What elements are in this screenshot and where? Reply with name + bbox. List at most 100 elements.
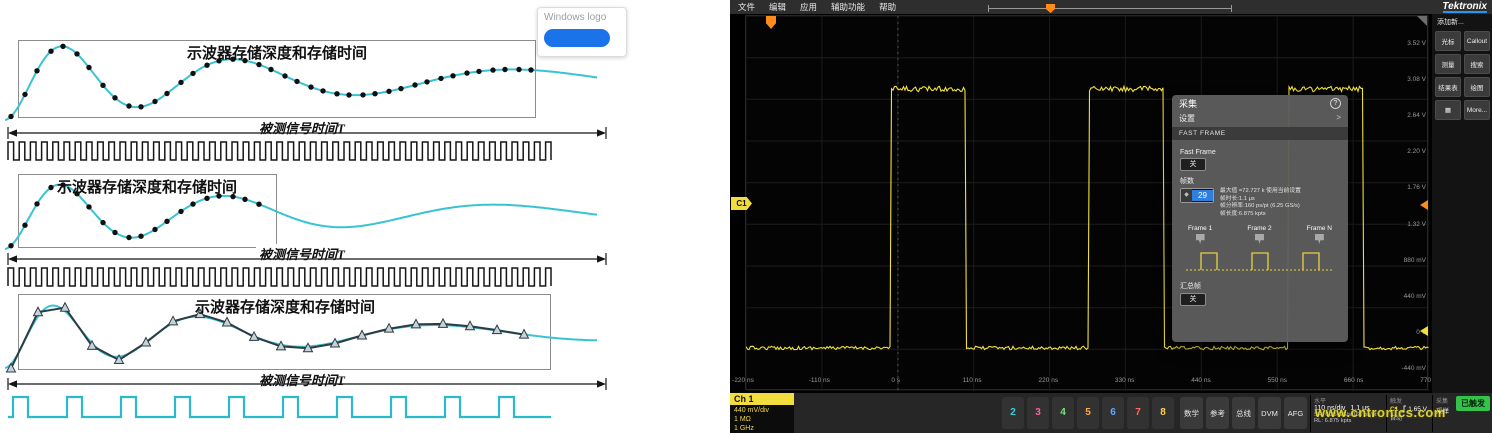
settings-label: 设置 <box>1179 113 1195 124</box>
function-button-1[interactable]: 数学 <box>1180 397 1203 429</box>
frame-count-value: 29 <box>1192 190 1213 201</box>
summary-frame-toggle[interactable]: 关 <box>1180 293 1206 306</box>
settings-row[interactable]: 设置 > <box>1179 113 1341 124</box>
sidebar-buttons: 光标Callout测量搜索结果表绘图▦More... <box>1435 31 1489 120</box>
overview-right-cap <box>1231 5 1232 12</box>
channel-5-button[interactable]: 5 <box>1077 397 1099 429</box>
more-button[interactable]: More... <box>1464 100 1490 120</box>
voltage-label: 2.64 V <box>1382 112 1426 119</box>
tektronix-logo-accent <box>1443 11 1487 13</box>
right-sidebar: 添加新... 光标Callout测量搜索结果表绘图▦More... <box>1432 14 1492 393</box>
voltage-label: 440 mV <box>1382 293 1426 300</box>
time-label: 110 ns <box>962 377 981 384</box>
sidebar-button-3[interactable]: 测量 <box>1435 54 1461 74</box>
acquisition-dialog: 采集 ? 设置 > FAST FRAME Fast Frame 关 帧数 ◆ 2… <box>1172 95 1348 342</box>
record-overview-bar[interactable] <box>988 3 1232 14</box>
time-label: 660 ns <box>1344 377 1364 384</box>
expansion-point-icon[interactable] <box>1046 4 1055 13</box>
channel-6-button[interactable]: 6 <box>1102 397 1124 429</box>
ime-tooltip: Windows logo <box>537 7 627 57</box>
time-label: 550 ns <box>1268 377 1288 384</box>
trigger-label: 触发 <box>1390 396 1427 405</box>
function-button-4[interactable]: DVM <box>1258 397 1281 429</box>
voltage-label: 1.32 V <box>1382 221 1426 228</box>
voltage-label: 3.52 V <box>1382 40 1426 47</box>
panel1-sample-clock <box>5 138 565 166</box>
time-label: -110 ns <box>809 377 830 384</box>
sidebar-button-6[interactable]: 绘图 <box>1464 77 1490 97</box>
add-new-button[interactable]: 添加新... <box>1437 17 1489 27</box>
frame-marker-icon <box>1315 234 1324 244</box>
frame-count-input[interactable]: ◆ 29 <box>1180 188 1214 203</box>
voltage-label: 2.20 V <box>1382 148 1426 155</box>
summary-frame-label: 汇总帧 <box>1180 281 1340 291</box>
channel-4-button[interactable]: 4 <box>1052 397 1074 429</box>
voltage-label: 1.76 V <box>1382 184 1426 191</box>
menu-item-3[interactable]: 应用 <box>800 1 817 13</box>
oscilloscope-app: 文件编辑应用辅助功能帮助 Tektronix 3.52 V3.08 V2.64 … <box>730 0 1492 433</box>
channel-3-button[interactable]: 3 <box>1027 397 1049 429</box>
menu-item-5[interactable]: 帮助 <box>879 1 896 13</box>
sidebar-button-2[interactable]: Callout <box>1464 31 1490 51</box>
tooltip-action-button[interactable] <box>544 29 610 47</box>
fastframe-info-line: 帧长度:6.875 kpts <box>1220 211 1340 219</box>
time-label: 330 ns <box>1115 377 1135 384</box>
voltage-label: -440 mV <box>1382 365 1426 372</box>
channel1-name: Ch 1 <box>730 393 794 405</box>
watermark: www.cntronics.com <box>1315 405 1446 420</box>
function-buttons: 数学参考总线DVMAFG <box>1180 397 1307 429</box>
frame-count-label: 帧数 <box>1180 176 1340 186</box>
channel-8-button[interactable]: 8 <box>1152 397 1174 429</box>
ime-tooltip-text: Windows logo <box>544 12 620 23</box>
channel1-scale: 440 mV/div <box>734 406 790 415</box>
screenshot: 示波器存储深度和存储时间 被测信号时间T 示波器存储深度和存储时间 被测信号时间… <box>0 0 1492 433</box>
fastframe-info-line: 最大值 =72.727 k 使用当前设置 <box>1220 188 1340 196</box>
fastframe-info-line: 帧时长:1.1 μs <box>1220 196 1340 204</box>
channel1-badge[interactable]: Ch 1 440 mV/div 1 MΩ 1 GHz <box>730 393 794 433</box>
frame-marker-icon <box>1196 234 1205 244</box>
frame-marker-icon <box>1255 234 1264 244</box>
panel3-title: 示波器存储深度和存储时间 <box>195 296 375 317</box>
voltage-label: 880 mV <box>1382 257 1426 264</box>
spinner-icon[interactable]: ◆ <box>1181 189 1192 202</box>
function-button-2[interactable]: 参考 <box>1206 397 1229 429</box>
frames-preview: Frame 1Frame 2Frame N <box>1180 225 1340 244</box>
channel1-bandwidth: 1 GHz <box>734 424 790 433</box>
voltage-label: 3.08 V <box>1382 76 1426 83</box>
ground-level-marker[interactable] <box>1420 326 1428 336</box>
panel3-sample-clock <box>5 390 605 426</box>
channel-7-button[interactable]: 7 <box>1127 397 1149 429</box>
overview-left-cap <box>988 5 989 12</box>
time-label: 0 s <box>891 377 900 384</box>
menu-item-1[interactable]: 文件 <box>738 1 755 13</box>
frame-column: Frame N <box>1307 225 1332 244</box>
time-label: 440 ns <box>1191 377 1211 384</box>
fastframe-toggle[interactable]: 关 <box>1180 158 1206 171</box>
sidebar-button-1[interactable]: 光标 <box>1435 31 1461 51</box>
triggered-button[interactable]: 已触发 <box>1456 396 1490 411</box>
plots-icon-button[interactable]: ▦ <box>1435 100 1461 120</box>
frames-preview-waveform <box>1184 246 1336 276</box>
help-icon[interactable]: ? <box>1330 98 1341 109</box>
trigger-level-marker[interactable] <box>1420 200 1428 210</box>
channel-2-button[interactable]: 2 <box>1002 397 1024 429</box>
function-button-5[interactable]: AFG <box>1284 397 1307 429</box>
time-label: 220 ns <box>1039 377 1059 384</box>
frame-column: Frame 2 <box>1247 225 1271 244</box>
panel1-waveform <box>5 26 605 122</box>
panel1-title: 示波器存储深度和存储时间 <box>187 42 367 63</box>
channel-buttons: 2345678 <box>1002 397 1174 429</box>
panel2-sample-clock <box>5 264 565 292</box>
menu-item-4[interactable]: 辅助功能 <box>831 1 865 13</box>
fastframe-section-header: FAST FRAME <box>1172 127 1348 140</box>
function-button-3[interactable]: 总线 <box>1232 397 1255 429</box>
overview-line <box>988 8 1232 9</box>
dialog-title: 采集 <box>1179 97 1197 110</box>
sidebar-button-5[interactable]: 结果表 <box>1435 77 1461 97</box>
frame-name: Frame 2 <box>1247 225 1271 232</box>
frame-name: Frame N <box>1307 225 1332 232</box>
sidebar-button-4[interactable]: 搜索 <box>1464 54 1490 74</box>
menu-item-2[interactable]: 编辑 <box>769 1 786 13</box>
fastframe-label: Fast Frame <box>1180 149 1340 156</box>
acquisition-label: 采集 <box>1436 396 1451 405</box>
